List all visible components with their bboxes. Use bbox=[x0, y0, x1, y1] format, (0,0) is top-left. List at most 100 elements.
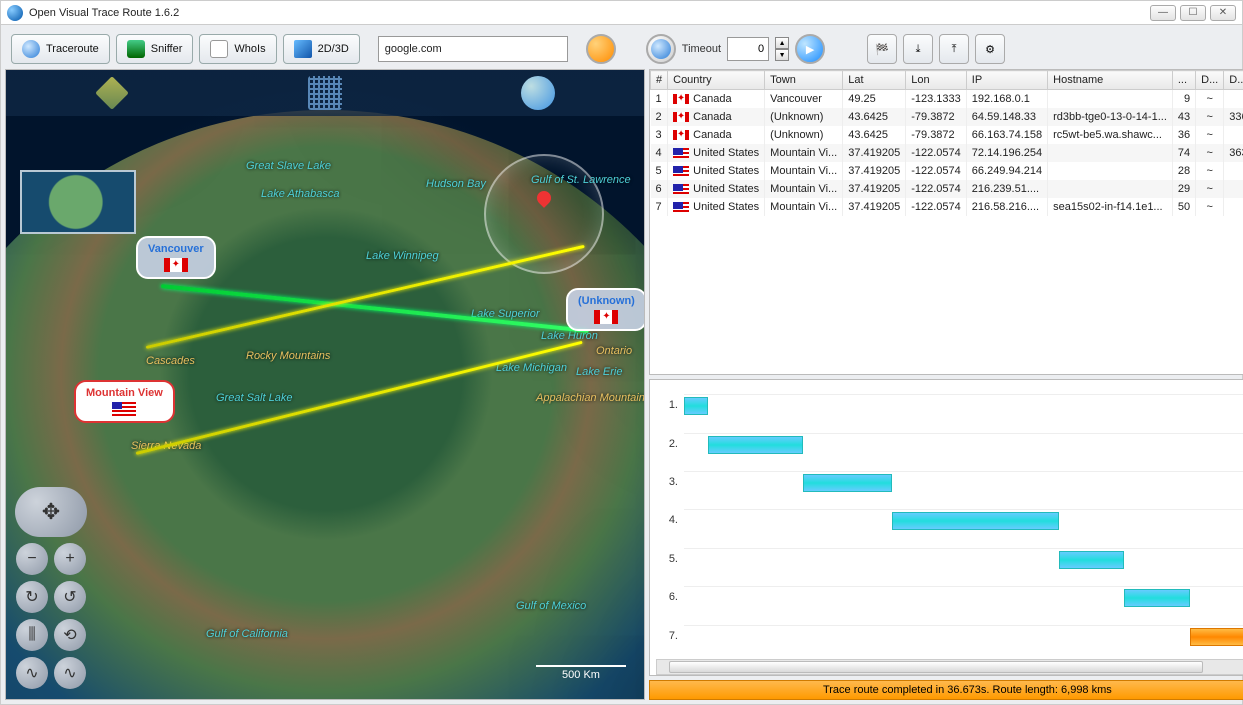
table-row[interactable]: 4United StatesMountain Vi...37.419205-12… bbox=[651, 144, 1243, 162]
timeout-down-button[interactable]: ▼ bbox=[775, 49, 789, 61]
geo-label: Hudson Bay bbox=[426, 178, 486, 190]
minimize-button[interactable]: — bbox=[1150, 5, 1176, 21]
gantt-bar[interactable] bbox=[708, 436, 803, 454]
gantt-row: 2. bbox=[656, 429, 1243, 459]
table-row[interactable]: 5United StatesMountain Vi...37.419205-12… bbox=[651, 162, 1243, 180]
gantt-bar[interactable] bbox=[803, 474, 892, 492]
col-lat[interactable]: Lat bbox=[843, 71, 906, 90]
flag-button[interactable]: 🏁 bbox=[867, 34, 897, 64]
gantt-bar[interactable] bbox=[684, 397, 708, 415]
globe-icon bbox=[651, 39, 671, 59]
gantt-row: 3. bbox=[656, 467, 1243, 497]
table-row[interactable]: 1CanadaVancouver49.25-123.1333192.168.0.… bbox=[651, 90, 1243, 109]
flag-us-icon bbox=[673, 148, 689, 158]
cube-icon bbox=[294, 40, 312, 58]
export-button[interactable]: ⤓ bbox=[903, 34, 933, 64]
gantt-bar[interactable] bbox=[892, 512, 1059, 530]
gantt-row: 5. bbox=[656, 544, 1243, 574]
node-label: Mountain View bbox=[86, 387, 163, 399]
flag-us-icon bbox=[112, 402, 136, 416]
flag-canada-icon bbox=[673, 94, 689, 104]
sniffer-button[interactable]: Sniffer bbox=[116, 34, 194, 64]
grid-icon[interactable] bbox=[308, 76, 342, 110]
col-d1[interactable]: D... bbox=[1196, 71, 1224, 90]
horizontal-scrollbar[interactable] bbox=[656, 659, 1243, 675]
gantt-row: 4. bbox=[656, 505, 1243, 535]
geo-button[interactable] bbox=[646, 34, 676, 64]
col-lon[interactable]: Lon bbox=[906, 71, 967, 90]
status-bar: Trace route completed in 36.673s. Route … bbox=[649, 680, 1243, 700]
gantt-row-label: 1. bbox=[656, 399, 678, 411]
geo-label: Lake Huron bbox=[541, 330, 598, 342]
timeout-up-button[interactable]: ▲ bbox=[775, 37, 789, 49]
geo-label: Great Slave Lake bbox=[246, 160, 331, 172]
rotate-cw-button[interactable]: ↻ bbox=[16, 581, 48, 613]
geo-label: Gulf of Mexico bbox=[516, 600, 586, 612]
table-row[interactable]: 7United StatesMountain Vi...37.419205-12… bbox=[651, 198, 1243, 216]
gantt-row-label: 6. bbox=[656, 591, 678, 603]
window-title: Open Visual Trace Route 1.6.2 bbox=[29, 7, 1150, 19]
col-n[interactable]: # bbox=[651, 71, 668, 90]
view-mode-button[interactable]: 2D/3D bbox=[283, 34, 360, 64]
geo-label: Lake Michigan bbox=[496, 362, 567, 374]
track-prev-button[interactable]: ∿ bbox=[16, 657, 48, 689]
gantt-row-label: 7. bbox=[656, 630, 678, 642]
app-icon bbox=[7, 5, 23, 21]
track-next-button[interactable]: ∿ bbox=[54, 657, 86, 689]
map-node-unknown[interactable]: (Unknown) bbox=[566, 288, 645, 331]
table-row[interactable]: 6United StatesMountain Vi...37.419205-12… bbox=[651, 180, 1243, 198]
flag-us-icon bbox=[673, 184, 689, 194]
table-row[interactable]: 3Canada(Unknown)43.6425-79.387266.163.74… bbox=[651, 126, 1243, 144]
col-host[interactable]: Hostname bbox=[1048, 71, 1173, 90]
timeout-input[interactable] bbox=[727, 37, 769, 61]
geo-label: Gulf of St. Lawrence bbox=[531, 174, 631, 186]
flag-canada-icon bbox=[594, 310, 618, 324]
map-node-mountain-view[interactable]: Mountain View bbox=[74, 380, 175, 423]
pan-control[interactable]: ✥ bbox=[15, 487, 87, 537]
geo-label: Cascades bbox=[146, 355, 195, 367]
geo-label: Appalachian Mountains bbox=[536, 392, 645, 404]
gantt-row: 6. bbox=[656, 582, 1243, 612]
gantt-row: 7. bbox=[656, 621, 1243, 651]
flag-canada-icon bbox=[673, 130, 689, 140]
node-label: (Unknown) bbox=[578, 295, 635, 307]
geo-label: Lake Erie bbox=[576, 366, 622, 378]
run-button[interactable]: ▶ bbox=[795, 34, 825, 64]
map-node-vancouver[interactable]: Vancouver bbox=[136, 236, 216, 279]
reload-button[interactable] bbox=[586, 34, 616, 64]
whois-icon bbox=[210, 40, 228, 58]
col-d2[interactable]: D... bbox=[1224, 71, 1243, 90]
import-button[interactable]: ⤒ bbox=[939, 34, 969, 64]
minimap[interactable] bbox=[20, 170, 136, 234]
col-ip[interactable]: IP bbox=[966, 71, 1047, 90]
gantt-row: 1. bbox=[656, 390, 1243, 420]
layers-icon[interactable] bbox=[95, 76, 129, 110]
gantt-bar[interactable] bbox=[1190, 628, 1243, 646]
host-input[interactable]: google.com bbox=[378, 36, 568, 62]
gantt-bar[interactable] bbox=[1059, 551, 1124, 569]
scrollbar-thumb[interactable] bbox=[669, 661, 1203, 673]
gantt-row-label: 3. bbox=[656, 476, 678, 488]
reset-button[interactable]: ⟲ bbox=[54, 619, 86, 651]
close-button[interactable]: ✕ bbox=[1210, 5, 1236, 21]
col-town[interactable]: Town bbox=[765, 71, 843, 90]
col-country[interactable]: Country bbox=[668, 71, 765, 90]
geo-label: Great Salt Lake bbox=[216, 392, 292, 404]
gantt-bar[interactable] bbox=[1124, 589, 1189, 607]
node-label: Vancouver bbox=[148, 243, 204, 255]
projection-icon[interactable] bbox=[521, 76, 555, 110]
sniffer-icon bbox=[127, 40, 145, 58]
rotate-ccw-button[interactable]: ↺ bbox=[54, 581, 86, 613]
col-more[interactable]: ... bbox=[1172, 71, 1195, 90]
zoom-out-button[interactable]: − bbox=[16, 543, 48, 575]
hops-table[interactable]: # Country Town Lat Lon IP Hostname ... D… bbox=[649, 69, 1243, 375]
tilt-button[interactable]: ⫼ bbox=[16, 619, 48, 651]
settings-button[interactable]: ⚙ bbox=[975, 34, 1005, 64]
table-row[interactable]: 2Canada(Unknown)43.6425-79.387264.59.148… bbox=[651, 108, 1243, 126]
map-view[interactable]: Great Slave Lake Lake Athabasca Hudson B… bbox=[5, 69, 645, 700]
flag-canada-icon bbox=[673, 112, 689, 122]
zoom-in-button[interactable]: + bbox=[54, 543, 86, 575]
traceroute-button[interactable]: Traceroute bbox=[11, 34, 110, 64]
maximize-button[interactable]: ☐ bbox=[1180, 5, 1206, 21]
whois-button[interactable]: WhoIs bbox=[199, 34, 276, 64]
